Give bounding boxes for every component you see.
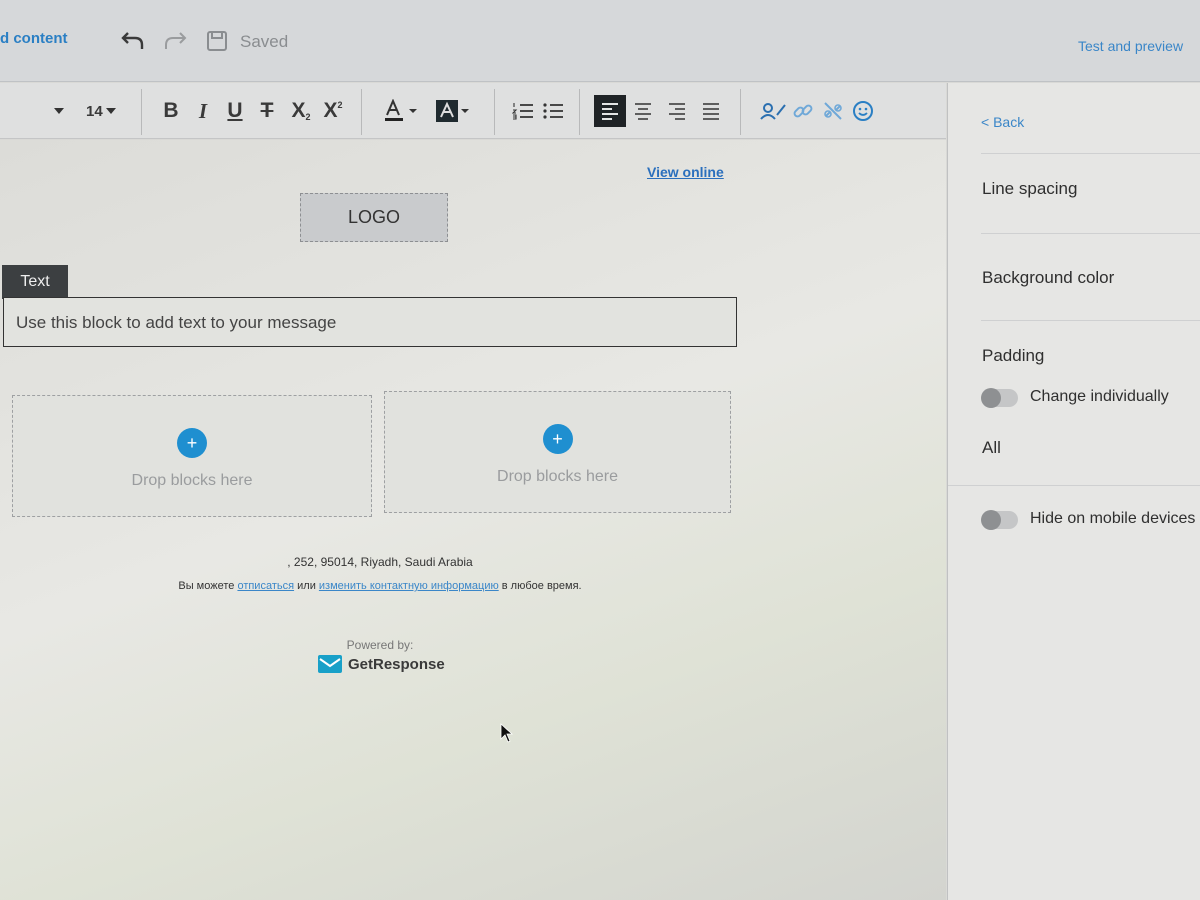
footer-unsubscribe: Вы можете отписаться или изменить контак… <box>0 580 760 592</box>
view-online-link[interactable]: View online <box>647 164 724 180</box>
top-header: d content Saved Test and preview <box>0 0 1200 82</box>
add-block-button[interactable]: + <box>177 428 207 458</box>
align-justify-icon[interactable] <box>698 97 724 125</box>
back-to-content-link[interactable]: d content <box>0 30 68 47</box>
panel-divider <box>981 233 1200 234</box>
numbered-list-icon[interactable] <box>510 97 536 125</box>
getresponse-logo: GetResponse <box>318 655 445 673</box>
redo-icon[interactable] <box>160 26 190 54</box>
text-block-tab[interactable]: Text <box>2 265 68 299</box>
change-individually-label: Change individually <box>1030 388 1169 405</box>
text-block-editor[interactable]: Use this block to add text to your messa… <box>3 297 737 347</box>
envelope-icon <box>318 655 342 673</box>
block-settings-panel: < Back Line spacing Background color Pad… <box>947 83 1200 900</box>
toggle-knob <box>981 388 1001 408</box>
text-color-dropdown[interactable] <box>382 97 422 125</box>
emoji-icon[interactable] <box>850 97 876 125</box>
bold-button[interactable]: B <box>158 97 184 125</box>
save-icon <box>206 30 228 57</box>
drop-zone-left[interactable]: + Drop blocks here <box>12 395 372 517</box>
panel-back-link[interactable]: < Back <box>981 114 1024 130</box>
superscript-button[interactable]: X2 <box>320 97 346 125</box>
line-spacing-label[interactable]: Line spacing <box>982 179 1077 199</box>
toolbar-divider <box>141 89 142 135</box>
underline-button[interactable]: U <box>222 97 248 125</box>
powered-by-label: Powered by: <box>346 638 414 652</box>
toolbar-divider <box>361 89 362 135</box>
link-icon[interactable] <box>790 97 816 125</box>
subscript-button[interactable]: X2 <box>288 97 314 125</box>
personalize-icon[interactable] <box>758 97 788 125</box>
panel-divider <box>981 320 1200 321</box>
padding-all-label: All <box>982 438 1001 457</box>
drop-zone-hint: Drop blocks here <box>497 468 618 485</box>
mouse-cursor-icon <box>500 723 514 743</box>
bullet-list-icon[interactable] <box>540 97 566 125</box>
align-right-icon[interactable] <box>664 97 690 125</box>
font-family-dropdown[interactable] <box>50 97 68 125</box>
drop-zone-right[interactable]: + Drop blocks here <box>384 391 731 513</box>
change-contact-info-link[interactable]: изменить контактную информацию <box>319 580 499 592</box>
font-size-value: 14 <box>86 102 103 120</box>
subscript-glyph: X <box>291 99 306 122</box>
toolbar-divider <box>740 89 741 135</box>
strikethrough-button[interactable]: T <box>254 97 280 125</box>
toggle-knob <box>981 510 1001 530</box>
unsub-text: или <box>297 580 316 592</box>
panel-divider <box>948 485 1200 486</box>
footer-address: , 252, 95014, Riyadh, Saudi Arabia <box>287 555 473 569</box>
unlink-icon[interactable] <box>820 97 846 125</box>
email-canvas: View online LOGO Text Use this block to … <box>0 140 946 900</box>
test-and-preview-link[interactable]: Test and preview <box>1078 38 1183 54</box>
formatting-toolbar: 14 B I U T X2 X2 <box>0 83 946 139</box>
align-center-icon[interactable] <box>630 97 656 125</box>
superscript-glyph: X <box>323 99 338 122</box>
highlight-color-dropdown[interactable] <box>434 97 474 125</box>
align-left-icon[interactable] <box>594 95 626 127</box>
panel-divider <box>981 153 1200 154</box>
hide-on-mobile-toggle[interactable] <box>981 510 1018 530</box>
add-block-button[interactable]: + <box>542 424 573 454</box>
toolbar-divider <box>494 89 495 135</box>
change-individually-toggle[interactable] <box>981 388 1018 408</box>
logo-placeholder[interactable]: LOGO <box>300 193 448 242</box>
unsubscribe-link[interactable]: отписаться <box>237 580 294 592</box>
saved-status: Saved <box>240 32 289 51</box>
undo-icon[interactable] <box>118 26 148 54</box>
italic-button[interactable]: I <box>190 97 216 125</box>
toolbar-divider <box>579 89 580 135</box>
font-size-dropdown[interactable]: 14 <box>86 97 117 125</box>
padding-label: Padding <box>982 346 1045 365</box>
hide-on-mobile-label: Hide on mobile devices <box>1030 510 1196 527</box>
background-color-label[interactable]: Background color <box>982 268 1114 288</box>
brand-name: GetResponse <box>348 655 445 673</box>
unsub-text: в любое время. <box>501 580 582 592</box>
unsub-text: Вы можете <box>178 580 235 592</box>
drop-zone-hint: Drop blocks here <box>131 472 253 489</box>
